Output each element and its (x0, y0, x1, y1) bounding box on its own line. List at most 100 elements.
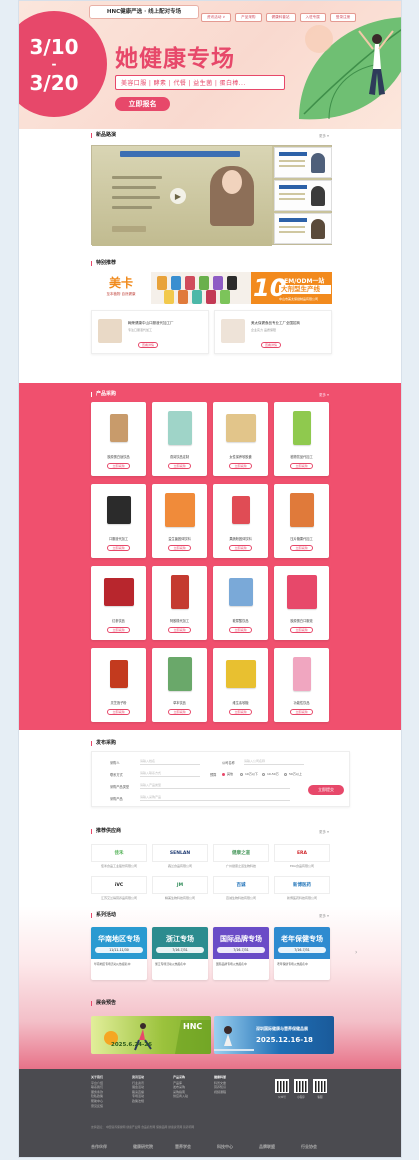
exhibition-card-hnc[interactable]: HNC 2025.6.24-26 (91, 1016, 211, 1054)
footer-link[interactable]: 帮助中心 (91, 1099, 103, 1104)
product-card[interactable]: 功能性饮品 立即采购 (274, 648, 329, 722)
play-icon[interactable]: ▶ (170, 188, 186, 204)
buy-button[interactable]: 立即采购 (229, 709, 252, 715)
footer-link[interactable]: 政策法规 (132, 1099, 144, 1104)
series-date: 11/11-11/30 (95, 947, 143, 953)
product-field[interactable]: 请输入采购产品 (140, 795, 290, 801)
product-card[interactable]: 女性保养软胶囊 立即采购 (213, 402, 268, 476)
special-ad-banner[interactable]: 美卡 至本植物 自然健康 10 OEM/ODM一站式服务 大剂型生产线 中山市美… (91, 272, 332, 304)
series-card[interactable]: 老年保健专场 7/16-7/31 老年保健专场火热报名中 (274, 927, 330, 980)
budget-radio-3[interactable]: 50万以上 (284, 772, 302, 776)
special-card[interactable]: 翰荣健康中山口服液代加工厂 专注口服液代加工 查看详情 (91, 310, 209, 354)
buy-button[interactable]: 立即采购 (107, 627, 130, 633)
buy-button[interactable]: 立即采购 (168, 545, 191, 551)
label-budget: 预算 (210, 773, 217, 777)
buy-button[interactable]: 立即采购 (290, 709, 313, 715)
nav-item-news[interactable]: 资讯活动 ∨ (201, 13, 232, 22)
live-text-line (112, 176, 162, 179)
supplier-logo[interactable]: JM (152, 876, 208, 894)
submit-button[interactable]: 立即提交 (308, 785, 344, 795)
live-video-player[interactable]: ▶ (92, 146, 272, 246)
name-field[interactable]: 请输入姓名 (140, 759, 200, 765)
footer-link[interactable]: 视频课程 (214, 1090, 226, 1095)
series-card[interactable]: 浙江专场 7/16-7/31 浙江专场活动火热报名中 (152, 927, 208, 980)
series-card[interactable]: 华南地区专场 11/11-11/30 华南地区专场活动火热报名中 (91, 927, 147, 980)
product-image (217, 570, 264, 614)
special-card-button[interactable]: 查看详情 (138, 342, 158, 348)
supplier-logo[interactable]: 新博医药 (274, 876, 330, 894)
company-field[interactable]: 请输入公司名称 (244, 759, 304, 765)
budget-radio-2[interactable]: 10-50万 (262, 772, 279, 776)
product-image (278, 652, 325, 696)
exhibition-card-shenzhen[interactable]: 深圳国际健康与营养保健品展 2025.12.16-18 (214, 1016, 334, 1054)
contact-field[interactable]: 请输入联系方式 (140, 771, 200, 777)
supplier-logo[interactable]: 佳禾 (91, 844, 147, 862)
products-more-link[interactable]: 更多 ▾ (319, 393, 329, 398)
supplier-name: ERA食品有限公司 (290, 864, 314, 868)
special-card[interactable]: 美太保健食品专业工厂全国招商 企业实力 品质保障 查看详情 (214, 310, 332, 354)
product-card[interactable]: 果蔬粉固体饮料 立即采购 (213, 484, 268, 558)
live-thumb[interactable] (274, 180, 332, 211)
exhibition-date: 2025.12.16-18 (256, 1036, 313, 1044)
buy-button[interactable]: 立即采购 (107, 709, 130, 715)
supplier-logo[interactable]: 百诚 (213, 876, 269, 894)
special-card-button[interactable]: 查看详情 (261, 342, 281, 348)
buy-button[interactable]: 立即采购 (229, 463, 252, 469)
buy-button[interactable]: 立即采购 (168, 709, 191, 715)
buy-button[interactable]: 立即采购 (229, 545, 252, 551)
series-section-title: 系列活动 (91, 913, 116, 918)
live-thumb[interactable] (274, 213, 332, 244)
products-section-title: 产品采购 (91, 392, 116, 397)
product-card[interactable]: 草本饮品 立即采购 (152, 648, 207, 722)
buy-button[interactable]: 立即采购 (290, 463, 313, 469)
suppliers-more-link[interactable]: 更多 ▾ (319, 830, 329, 835)
product-card[interactable]: 压片糖果代加工 立即采购 (274, 484, 329, 558)
next-arrow-icon[interactable]: › (355, 949, 357, 956)
series-text: 老年保健专场火热报名中 (277, 962, 308, 966)
supplier-logo[interactable]: SENLAN (152, 844, 208, 862)
friend-links[interactable]: 友情链接： 中国营养保健网 健康产业网 食品商务网 保健品网 健康资讯网 营养师… (91, 1125, 194, 1129)
product-card[interactable]: 玻尿酸饮品 立即采购 (213, 566, 268, 640)
product-card[interactable]: 燕窝饮品定制 立即采购 (152, 402, 207, 476)
thumb-line (279, 165, 305, 167)
product-card[interactable]: 阿胶糕代加工 立即采购 (152, 566, 207, 640)
buy-button[interactable]: 立即采购 (229, 627, 252, 633)
product-card[interactable]: 口服液代加工 立即采购 (91, 484, 146, 558)
buy-button[interactable]: 立即采购 (290, 627, 313, 633)
nav-item-products[interactable]: 产品采购 (235, 13, 262, 22)
radio-label: 50万以上 (289, 772, 302, 776)
thumb-line (279, 193, 305, 195)
product-card[interactable]: 植物饮品代加工 立即采购 (274, 402, 329, 476)
buy-button[interactable]: 立即采购 (290, 545, 313, 551)
budget-radio-1[interactable]: 10万以下 (240, 772, 258, 776)
series-card[interactable]: 国际品牌专场 7/16-7/31 国际品牌专场火热报名中 (213, 927, 269, 980)
supplier-logo[interactable]: iVC (91, 876, 147, 894)
live-more-link[interactable]: 更多 ▾ (319, 134, 329, 139)
buy-button[interactable]: 立即采购 (168, 463, 191, 469)
product-card[interactable]: 益生菌固体饮料 立即采购 (152, 484, 207, 558)
product-name: 阿胶糕代加工 (169, 619, 190, 623)
series-more-link[interactable]: 更多 ▾ (319, 914, 329, 919)
product-card[interactable]: 维生素软糖 立即采购 (213, 648, 268, 722)
product-card[interactable]: 灵芝孢子粉 立即采购 (91, 648, 146, 722)
product-card[interactable]: 红参饮品 立即采购 (91, 566, 146, 640)
register-button[interactable]: 立即报名 (115, 97, 170, 111)
category-field[interactable]: 请输入产品类型 (140, 783, 290, 789)
budget-radio-other[interactable]: 其他 (222, 772, 233, 776)
footer-column-head: 资讯活动 (132, 1075, 145, 1079)
product-thumb (157, 276, 167, 290)
buy-button[interactable]: 立即采购 (107, 545, 130, 551)
buy-button[interactable]: 立即采购 (168, 627, 191, 633)
product-section (19, 383, 401, 730)
buy-button[interactable]: 立即采购 (107, 463, 130, 469)
live-thumb[interactable] (274, 147, 332, 178)
product-card[interactable]: 胶原蛋白口服液 立即采购 (274, 566, 329, 640)
product-card[interactable]: 胶原蛋白肽饮品 立即采购 (91, 402, 146, 476)
radio-dot (240, 772, 243, 776)
series-title: 老年保健专场 (281, 935, 323, 943)
footer-link[interactable]: 意见反馈 (91, 1104, 103, 1109)
supplier-logo[interactable]: 健康之道 (213, 844, 269, 862)
footer-link[interactable]: 供应商入驻 (173, 1094, 188, 1099)
product-package (292, 657, 311, 691)
supplier-logo[interactable]: ERA (274, 844, 330, 862)
